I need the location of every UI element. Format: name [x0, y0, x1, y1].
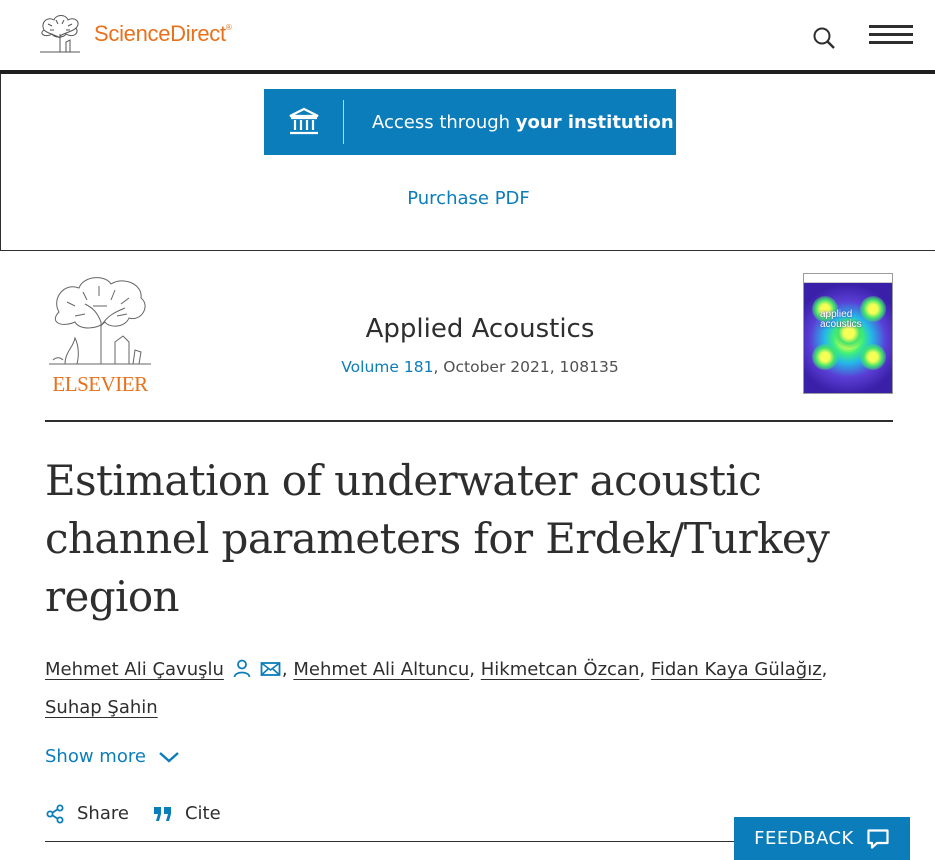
search-button[interactable] — [812, 26, 838, 52]
journal-cover-image[interactable]: applied acoustics — [803, 273, 893, 394]
share-icon — [46, 804, 64, 823]
access-label: Access through your institution — [372, 111, 674, 133]
menu-line — [869, 33, 913, 36]
purchase-pdf-link[interactable]: Purchase PDF — [1, 188, 935, 209]
issue-details: , October 2021, 108135 — [433, 358, 619, 376]
section-divider — [45, 841, 735, 842]
share-button[interactable]: Share — [45, 803, 129, 824]
header-divider — [45, 420, 893, 422]
elsevier-wordmark: ELSEVIER — [52, 372, 148, 396]
author-list: Mehmet Ali Çavuşlu, Mehmet Ali Altuncu, … — [45, 652, 905, 725]
feedback-label: FEEDBACK — [754, 828, 854, 849]
journal-title[interactable]: Applied Acoustics — [280, 314, 680, 344]
sciencedirect-logo[interactable]: ScienceDirect® — [34, 12, 232, 56]
share-label: Share — [77, 803, 129, 824]
menu-line — [869, 41, 913, 44]
institution-icon — [264, 100, 344, 144]
email-icon[interactable] — [260, 655, 282, 690]
author-separator: , — [281, 659, 294, 680]
cover-pattern — [812, 344, 838, 370]
cover-header-strip — [804, 274, 892, 283]
top-bar: ScienceDirect® — [0, 0, 935, 74]
journal-meta: Volume 181, October 2021, 108135 — [280, 358, 680, 376]
cover-pattern — [860, 296, 886, 322]
author-separator: , — [821, 659, 828, 680]
author-link[interactable]: Fidan Kaya Gülağız — [651, 659, 822, 680]
author-separator: , — [639, 659, 651, 680]
author-separator: , — [469, 659, 481, 680]
cover-title: applied acoustics — [820, 309, 862, 330]
show-more-label: Show more — [45, 746, 146, 767]
chat-bubble-icon — [867, 828, 889, 849]
access-panel: Access through your institution Purchase… — [0, 74, 935, 251]
chevron-down-icon — [159, 751, 179, 763]
cover-pattern — [860, 344, 886, 370]
show-more-button[interactable]: Show more — [45, 746, 180, 767]
search-icon — [813, 27, 835, 49]
article-title: Estimation of underwater acoustic channe… — [45, 456, 830, 621]
author-link[interactable]: Hikmetcan Özcan — [481, 659, 640, 680]
elsevier-tree-icon — [40, 15, 80, 53]
cite-button[interactable]: Cite — [153, 803, 221, 824]
quote-icon — [153, 806, 171, 821]
access-institution-button[interactable]: Access through your institution — [264, 89, 676, 155]
feedback-button[interactable]: FEEDBACK — [734, 817, 910, 860]
article-actions: Share Cite — [45, 803, 245, 824]
menu-line — [869, 25, 913, 28]
person-icon[interactable] — [232, 655, 252, 690]
brand-name: ScienceDirect® — [94, 21, 232, 46]
menu-button[interactable] — [869, 22, 915, 48]
author-link[interactable]: Mehmet Ali Çavuşlu — [45, 659, 224, 680]
author-link[interactable]: Suhap Şahin — [45, 697, 158, 718]
author-link[interactable]: Mehmet Ali Altuncu — [293, 659, 469, 680]
cite-label: Cite — [184, 803, 221, 824]
volume-link[interactable]: Volume 181 — [341, 358, 433, 376]
elsevier-tree-icon — [49, 277, 151, 365]
